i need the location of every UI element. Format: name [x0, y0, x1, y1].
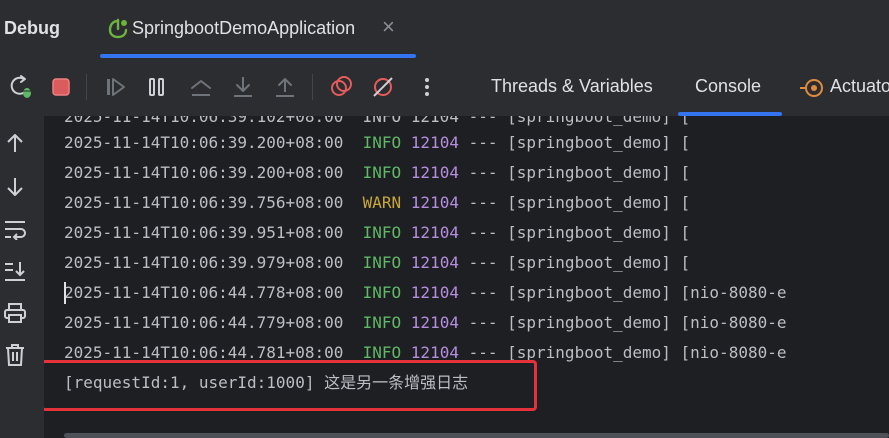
- down-button[interactable]: [2, 174, 28, 200]
- log-line: 2025-11-14T10:06:44.779+08:00 INFO 12104…: [64, 308, 786, 338]
- log-pid: 12104: [410, 133, 459, 152]
- log-level: WARN: [362, 193, 402, 212]
- tool-window-tab-bar: Debug SpringbootDemoApplication ×: [0, 0, 889, 58]
- text-caret: [64, 282, 66, 304]
- log-line: 2025-11-14T10:06:39.200+08:00 INFO 12104…: [64, 158, 690, 188]
- toolbar-separator: [312, 74, 313, 100]
- more-icon: [425, 78, 429, 96]
- highlight-annotation-box: [44, 360, 537, 411]
- log-level: INFO: [362, 253, 402, 272]
- log-pid: 12104: [410, 253, 459, 272]
- more-button[interactable]: [412, 72, 442, 102]
- log-pid: 12104: [410, 223, 459, 242]
- spring-boot-icon: [108, 18, 128, 39]
- tab-console[interactable]: Console: [695, 76, 761, 97]
- step-out-button[interactable]: [270, 72, 300, 102]
- console-output[interactable]: 2025-11-14T10:06:39.102+08:00 INFO 12104…: [44, 116, 889, 438]
- log-rest: --- [springboot_demo] [: [458, 223, 691, 242]
- pause-icon: [149, 78, 164, 96]
- print-icon: [4, 303, 26, 323]
- scroll-to-end-icon: [5, 262, 25, 281]
- panel-title: Debug: [4, 18, 60, 38]
- run-config-tab[interactable]: SpringbootDemoApplication ×: [100, 0, 416, 58]
- log-line: 2025-11-14T10:06:39.979+08:00 INFO 12104…: [64, 248, 690, 278]
- log-rest: --- [springboot_demo] [: [458, 193, 691, 212]
- down-arrow-icon: [7, 178, 23, 196]
- soft-wrap-icon: [5, 221, 26, 240]
- close-tab-icon[interactable]: ×: [382, 14, 395, 40]
- rerun-debug-icon: [10, 75, 32, 98]
- log-level: INFO: [362, 223, 402, 242]
- scroll-to-end-button[interactable]: [2, 258, 28, 284]
- log-rest: --- [springboot_demo] [nio-8080-e: [458, 283, 787, 302]
- step-out-icon: [276, 78, 294, 97]
- up-arrow-icon: [7, 134, 23, 152]
- console-side-toolbar: [0, 116, 44, 438]
- log-timestamp: 2025-11-14T10:06:39.979+08:00: [64, 253, 344, 272]
- view-breakpoints-icon: [331, 76, 352, 96]
- log-pid: 12104: [410, 163, 459, 182]
- log-pid: 12104: [410, 193, 459, 212]
- stop-button[interactable]: [46, 72, 76, 102]
- log-timestamp: 2025-11-14T10:06:39.951+08:00: [64, 223, 344, 242]
- log-line: 2025-11-14T10:06:39.200+08:00 INFO 12104…: [64, 128, 690, 158]
- log-rest: --- [springboot_demo] [: [458, 133, 691, 152]
- log-timestamp: 2025-11-14T10:06:39.756+08:00: [64, 193, 344, 212]
- log-rest: --- [springboot_demo] [nio-8080-e: [458, 313, 787, 332]
- print-button[interactable]: [2, 300, 28, 326]
- clear-all-button[interactable]: [2, 342, 28, 368]
- pause-button[interactable]: [142, 72, 172, 102]
- rerun-debug-button[interactable]: [6, 72, 36, 102]
- log-timestamp: 2025-11-14T10:06:44.778+08:00: [64, 283, 344, 302]
- log-level: INFO: [362, 163, 402, 182]
- log-line: 2025-11-14T10:06:39.756+08:00 WARN 12104…: [64, 188, 690, 218]
- step-into-button[interactable]: [228, 72, 258, 102]
- log-level: INFO: [362, 133, 402, 152]
- toolbar-separator: [86, 74, 87, 100]
- log-line: 2025-11-14T10:06:44.778+08:00 INFO 12104…: [64, 278, 786, 308]
- log-rest: --- [springboot_demo] [: [458, 163, 691, 182]
- log-pid: 12104: [410, 313, 459, 332]
- run-config-tab-label: SpringbootDemoApplication: [132, 18, 356, 38]
- stop-icon: [52, 78, 70, 96]
- resume-button[interactable]: [100, 72, 130, 102]
- horizontal-scrollbar[interactable]: [64, 433, 889, 438]
- step-into-icon: [234, 77, 252, 97]
- log-line: 2025-11-14T10:06:39.951+08:00 INFO 12104…: [64, 218, 690, 248]
- log-rest: --- [springboot_demo] [: [458, 253, 691, 272]
- log-timestamp: 2025-11-14T10:06:39.200+08:00: [64, 163, 344, 182]
- actuator-icon: [800, 79, 823, 97]
- mute-breakpoints-icon: [373, 77, 393, 97]
- up-button[interactable]: [2, 130, 28, 156]
- step-over-icon: [191, 80, 211, 96]
- step-over-button[interactable]: [186, 72, 216, 102]
- tab-actuator[interactable]: Actuato: [830, 76, 889, 97]
- view-breakpoints-button[interactable]: [326, 72, 356, 102]
- soft-wrap-button[interactable]: [2, 216, 28, 242]
- log-level: INFO: [362, 283, 402, 302]
- trash-icon: [6, 344, 24, 366]
- log-pid: 12104: [410, 283, 459, 302]
- debug-toolbar: Threads & Variables Console Actuato: [0, 58, 889, 116]
- tab-threads-variables[interactable]: Threads & Variables: [491, 76, 653, 97]
- log-timestamp: 2025-11-14T10:06:39.200+08:00: [64, 133, 344, 152]
- log-level: INFO: [362, 313, 402, 332]
- mute-breakpoints-button[interactable]: [368, 72, 398, 102]
- resume-icon: [107, 78, 125, 96]
- log-timestamp: 2025-11-14T10:06:44.779+08:00: [64, 313, 344, 332]
